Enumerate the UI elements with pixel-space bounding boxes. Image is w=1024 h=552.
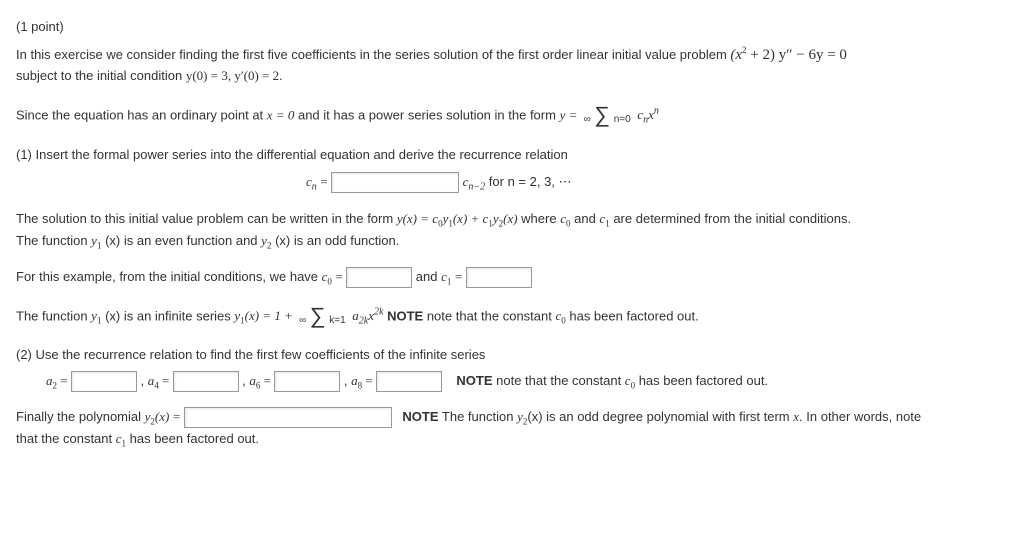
a4-input[interactable] [173, 371, 239, 392]
a2-input[interactable] [71, 371, 137, 392]
x-eq-0: x = 0 [267, 107, 295, 122]
ode-equation: (x2 + 2) y″ − 6y = 0 [730, 47, 847, 63]
question-1: (1) Insert the formal power series into … [16, 145, 1008, 165]
recurrence-line: cn = cn−2 for n = 2, 3, ⋯ [16, 172, 1008, 195]
y1-series-line: The function y1 (x) is an infinite serie… [16, 305, 1008, 329]
intro-text-2: subject to the initial condition [16, 68, 186, 83]
ordinary-point-text: Since the equation has an ordinary point… [16, 104, 1008, 128]
initial-conditions: y(0) = 3, y′(0) = 2. [186, 68, 283, 83]
sigma-icon-2: ∞ ∑ k=1 [299, 307, 345, 326]
solution-form: The solution to this initial value probl… [16, 209, 1008, 253]
finally-line: Finally the polynomial y2(x) = NOTE The … [16, 407, 1008, 451]
since-a: Since the equation has an ordinary point… [16, 107, 267, 122]
recurrence-input[interactable] [331, 172, 459, 193]
initial-cond-line: For this example, from the initial condi… [16, 267, 1008, 289]
y2-input[interactable] [184, 407, 392, 428]
cn-2-label: cn−2 [463, 174, 486, 189]
problem-intro: In this exercise we consider finding the… [16, 44, 1008, 86]
a6-input[interactable] [274, 371, 340, 392]
points-label: (1 point) [16, 17, 1008, 37]
question-2: (2) Use the recurrence relation to find … [16, 345, 1008, 365]
y-eq: y = [560, 107, 581, 122]
since-b: and it has a power series solution in th… [298, 107, 560, 122]
intro-text-1: In this exercise we consider finding the… [16, 47, 730, 62]
coefficients-line: a2 = , a4 = , a6 = , a8 = NOTE note that… [16, 371, 1008, 393]
c0-input[interactable] [346, 267, 412, 288]
a8-input[interactable] [376, 371, 442, 392]
c1-input[interactable] [466, 267, 532, 288]
sigma-icon: ∞ ∑ n=0 [584, 106, 631, 125]
cn-label: cn [306, 174, 317, 189]
for-n: for n = 2, 3, ⋯ [489, 174, 572, 189]
cnxn: cnxn [637, 107, 659, 122]
